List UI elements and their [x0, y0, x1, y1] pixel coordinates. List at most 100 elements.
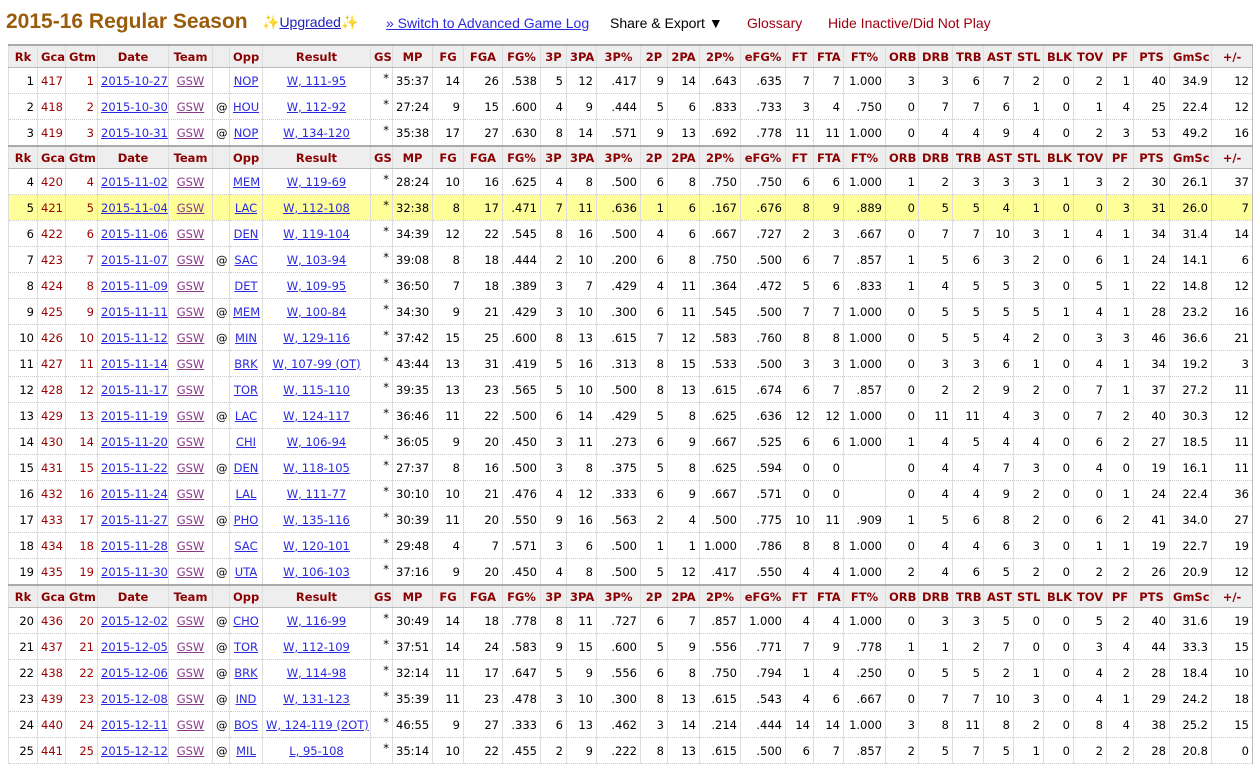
result-link[interactable]: W, 135-116	[283, 513, 350, 527]
date-link[interactable]: 2015-11-04	[101, 201, 168, 215]
opponent-link[interactable]: MEM	[233, 305, 260, 319]
column-header-pts[interactable]: PTS	[1133, 584, 1170, 608]
column-header-career-game[interactable]: Gcar	[37, 44, 66, 68]
opponent-link[interactable]: SAC	[234, 253, 257, 267]
column-header-pts[interactable]: PTS	[1133, 44, 1170, 68]
team-link[interactable]: GSW	[177, 565, 205, 579]
column-header-fg-pct[interactable]: FG%	[502, 44, 541, 68]
column-header-team[interactable]: Team	[168, 44, 213, 68]
column-header-efg-pct[interactable]: eFG%	[740, 584, 786, 608]
opponent-link[interactable]: LAC	[235, 201, 257, 215]
column-header-drb[interactable]: DRB	[918, 44, 953, 68]
column-header-minutes[interactable]: MP	[392, 584, 433, 608]
column-header-team[interactable]: Team	[168, 145, 213, 169]
team-link[interactable]: GSW	[177, 279, 205, 293]
team-link[interactable]: GSW	[177, 435, 205, 449]
team-link[interactable]: GSW	[177, 357, 205, 371]
column-header-fg[interactable]: FG	[432, 44, 464, 68]
column-header-blk[interactable]: BLK	[1043, 145, 1074, 169]
column-header-rank[interactable]: Rk	[8, 584, 38, 608]
team-link[interactable]: GSW	[177, 74, 205, 88]
column-header-result[interactable]: Result	[262, 145, 371, 169]
date-link[interactable]: 2015-11-14	[101, 357, 168, 371]
column-header-3p[interactable]: 3P	[540, 145, 567, 169]
opponent-link[interactable]: SAC	[234, 539, 257, 553]
team-link[interactable]: GSW	[177, 305, 205, 319]
column-header-efg-pct[interactable]: eFG%	[740, 44, 786, 68]
date-link[interactable]: 2015-12-08	[101, 692, 168, 706]
column-header-2pa[interactable]: 2PA	[667, 145, 700, 169]
column-header-orb[interactable]: ORB	[885, 584, 919, 608]
column-header-ft[interactable]: FT	[785, 145, 814, 169]
date-link[interactable]: 2015-11-19	[101, 409, 168, 423]
team-link[interactable]: GSW	[177, 201, 205, 215]
date-link[interactable]: 2015-11-11	[101, 305, 168, 319]
column-header-pts[interactable]: PTS	[1133, 145, 1170, 169]
opponent-link[interactable]: IND	[236, 692, 257, 706]
result-link[interactable]: W, 112-109	[283, 640, 350, 654]
column-header-career-game[interactable]: Gcar	[37, 145, 66, 169]
date-link[interactable]: 2015-12-02	[101, 614, 168, 628]
column-header-3p-pct[interactable]: 3P%	[596, 584, 641, 608]
result-link[interactable]: W, 103-94	[287, 253, 346, 267]
opponent-link[interactable]: MEM	[233, 175, 260, 189]
column-header-fg-pct[interactable]: FG%	[502, 145, 541, 169]
result-link[interactable]: W, 100-84	[287, 305, 346, 319]
column-header-team-game[interactable]: Gtm	[65, 584, 98, 608]
opponent-link[interactable]: PHO	[234, 513, 259, 527]
column-header-opponent[interactable]: Opp	[229, 145, 263, 169]
column-header-date[interactable]: Date	[97, 44, 169, 68]
switch-advanced-game-log-link[interactable]: » Switch to Advanced Game Log	[386, 15, 589, 31]
column-header-opponent[interactable]: Opp	[229, 584, 263, 608]
column-header-2p[interactable]: 2P	[640, 44, 668, 68]
result-link[interactable]: W, 119-104	[283, 227, 350, 241]
date-link[interactable]: 2015-12-05	[101, 640, 168, 654]
column-header-result[interactable]: Result	[262, 584, 371, 608]
opponent-link[interactable]: LAC	[235, 409, 257, 423]
column-header-2pa[interactable]: 2PA	[667, 584, 700, 608]
column-header-stl[interactable]: STL	[1013, 145, 1044, 169]
glossary-link[interactable]: Glossary	[747, 15, 802, 31]
column-header-tov[interactable]: TOV	[1073, 44, 1107, 68]
column-header-team-game[interactable]: Gtm	[65, 44, 98, 68]
column-header-plus-minus[interactable]: +/-	[1211, 584, 1253, 608]
column-header-fg[interactable]: FG	[432, 584, 464, 608]
column-header-date[interactable]: Date	[97, 145, 169, 169]
team-link[interactable]: GSW	[177, 487, 205, 501]
column-header-pf[interactable]: PF	[1106, 584, 1134, 608]
column-header-opponent[interactable]: Opp	[229, 44, 263, 68]
column-header-2p-pct[interactable]: 2P%	[699, 44, 741, 68]
column-header-orb[interactable]: ORB	[885, 44, 919, 68]
column-header-2p[interactable]: 2P	[640, 584, 668, 608]
hide-inactive-toggle[interactable]: Hide Inactive/Did Not Play	[828, 15, 991, 31]
team-link[interactable]: GSW	[177, 100, 205, 114]
opponent-link[interactable]: TOR	[234, 640, 258, 654]
column-header-3p-pct[interactable]: 3P%	[596, 145, 641, 169]
team-link[interactable]: GSW	[177, 539, 205, 553]
date-link[interactable]: 2015-11-17	[101, 383, 168, 397]
result-link[interactable]: W, 112-92	[287, 100, 346, 114]
opponent-link[interactable]: MIN	[235, 331, 257, 345]
column-header-drb[interactable]: DRB	[918, 584, 953, 608]
result-link[interactable]: W, 116-99	[287, 614, 346, 628]
column-header-2p-pct[interactable]: 2P%	[699, 145, 741, 169]
result-link[interactable]: W, 112-108	[283, 201, 350, 215]
result-link[interactable]: W, 120-101	[283, 539, 350, 553]
date-link[interactable]: 2015-10-30	[101, 100, 168, 114]
opponent-link[interactable]: UTA	[235, 565, 257, 579]
column-header-3p-pct[interactable]: 3P%	[596, 44, 641, 68]
column-header-drb[interactable]: DRB	[918, 145, 953, 169]
column-header-ft-pct[interactable]: FT%	[843, 584, 886, 608]
opponent-link[interactable]: TOR	[234, 383, 258, 397]
date-link[interactable]: 2015-11-06	[101, 227, 168, 241]
column-header-date[interactable]: Date	[97, 584, 169, 608]
column-header-game-score[interactable]: GmSc	[1169, 584, 1212, 608]
column-header-fta[interactable]: FTA	[813, 584, 844, 608]
team-link[interactable]: GSW	[177, 744, 205, 758]
date-link[interactable]: 2015-11-20	[101, 435, 168, 449]
upgraded-link[interactable]: Upgraded	[279, 14, 341, 30]
column-header-tov[interactable]: TOV	[1073, 145, 1107, 169]
opponent-link[interactable]: NOP	[234, 74, 259, 88]
opponent-link[interactable]: HOU	[233, 100, 259, 114]
column-header-fta[interactable]: FTA	[813, 44, 844, 68]
